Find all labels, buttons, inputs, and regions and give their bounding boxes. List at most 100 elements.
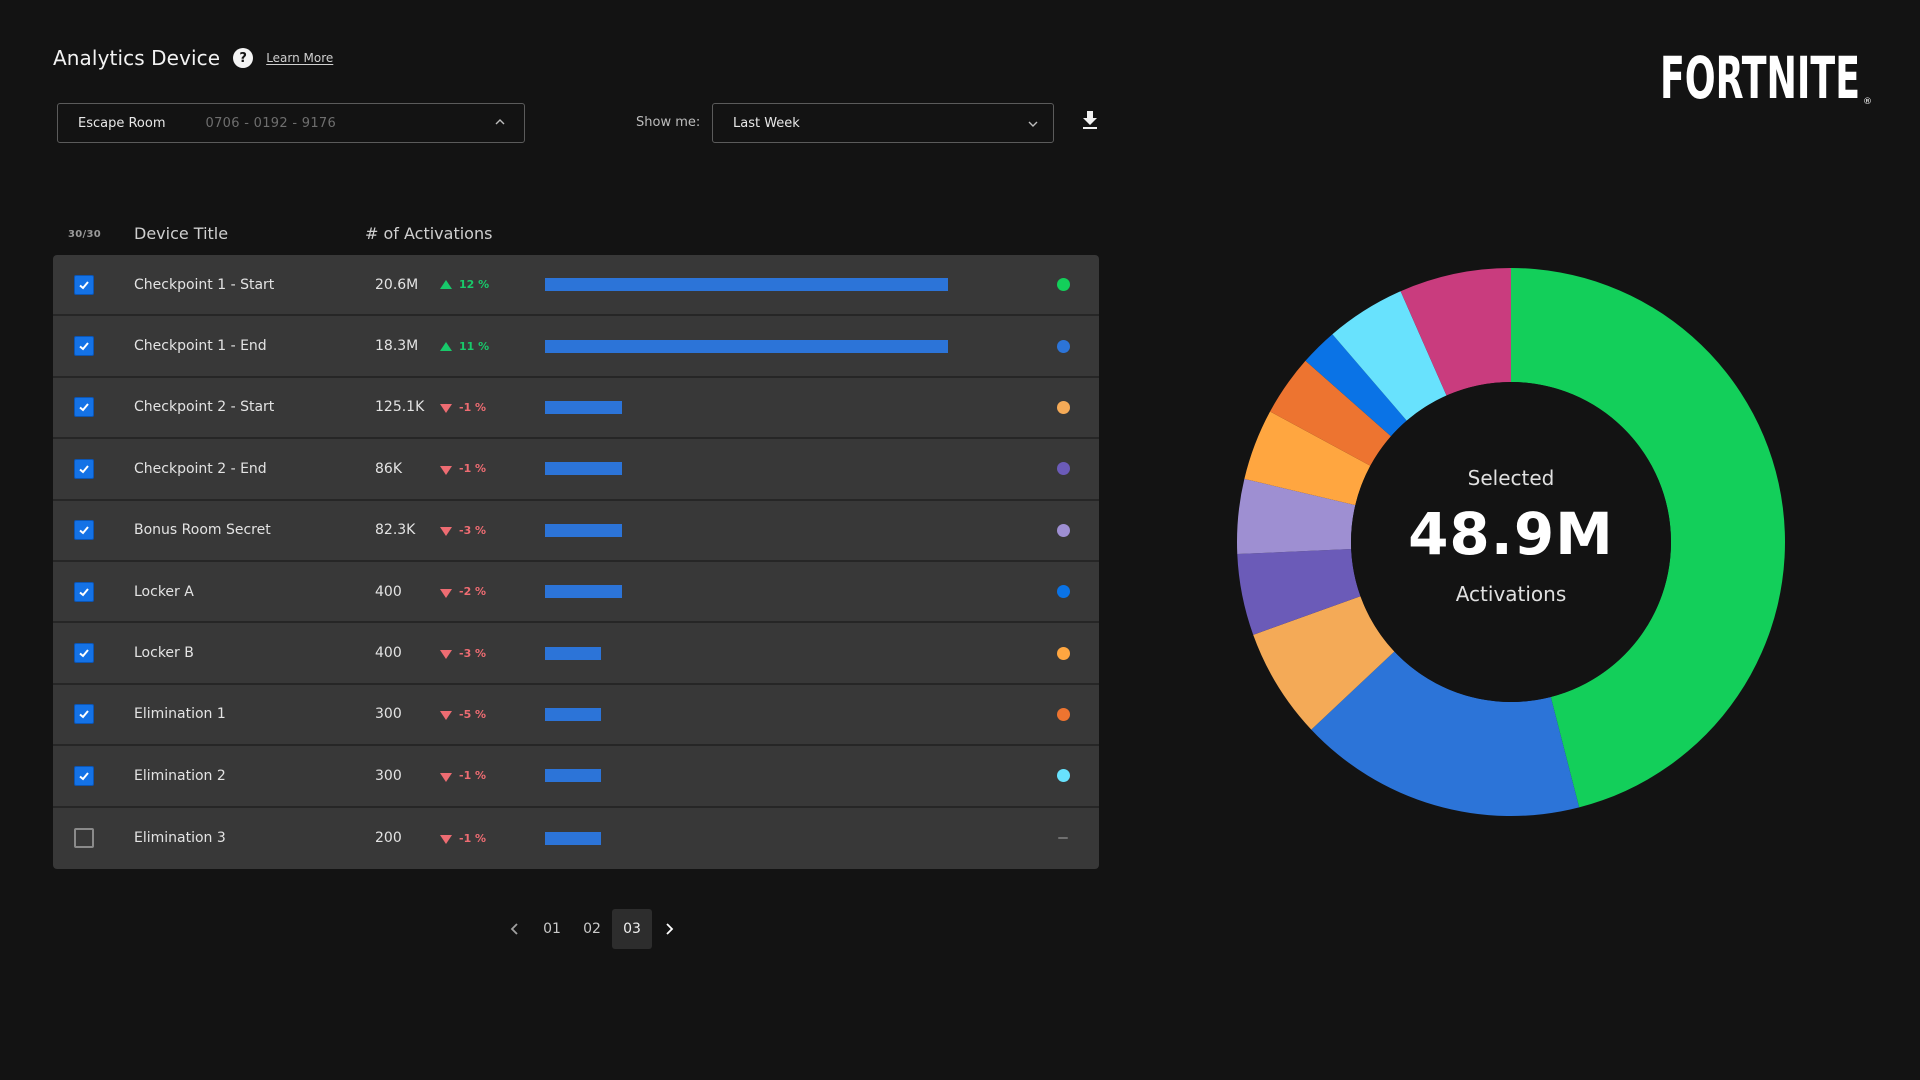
trend-down-icon xyxy=(440,772,452,782)
table-row[interactable]: Elimination 3 200 -1 % xyxy=(53,808,1099,869)
legend-color-dot xyxy=(1057,400,1070,414)
legend-color-dot xyxy=(1057,339,1070,353)
trend-delta: -1 % xyxy=(440,832,486,845)
column-header-activations: # of Activations xyxy=(365,224,493,243)
row-checkbox[interactable] xyxy=(74,458,94,479)
activation-count: 300 xyxy=(375,767,402,784)
trend-up-icon xyxy=(440,341,452,351)
device-title: Checkpoint 2 - End xyxy=(134,460,267,477)
device-title: Elimination 2 xyxy=(134,767,226,784)
trend-delta-value: -1 % xyxy=(459,831,487,845)
legend-color-dot xyxy=(1057,585,1070,599)
table-row[interactable]: Locker B 400 -3 % xyxy=(53,623,1099,685)
device-title: Bonus Room Secret xyxy=(134,522,271,539)
device-title: Locker A xyxy=(134,583,194,600)
device-title: Checkpoint 1 - End xyxy=(134,338,267,355)
table-row[interactable]: Checkpoint 2 - End 86K -1 % xyxy=(53,439,1099,501)
row-checkbox[interactable] xyxy=(74,704,94,725)
activation-count: 300 xyxy=(375,706,402,723)
donut-center-value: 48.9M xyxy=(1408,500,1614,568)
prev-page-button[interactable] xyxy=(498,909,532,949)
trend-delta-value: 11 % xyxy=(459,339,490,353)
trend-delta: -1 % xyxy=(440,462,486,475)
activation-bar-fill xyxy=(545,523,622,537)
activation-bar-fill xyxy=(545,831,602,845)
device-title: Elimination 3 xyxy=(134,830,226,847)
activation-bar-fill xyxy=(545,646,602,660)
activation-bar xyxy=(545,707,948,721)
activation-bar xyxy=(545,585,948,599)
row-checkbox[interactable] xyxy=(74,581,94,602)
row-checkbox[interactable] xyxy=(74,520,94,541)
activation-bar-fill xyxy=(545,278,948,292)
activation-bar xyxy=(545,769,948,783)
table-row[interactable]: Checkpoint 1 - End 18.3M 11 % xyxy=(53,316,1099,378)
table-row[interactable]: Locker A 400 -2 % xyxy=(53,562,1099,624)
device-title: Checkpoint 1 - Start xyxy=(134,276,275,293)
row-checkbox[interactable] xyxy=(74,397,94,418)
trend-down-icon xyxy=(440,465,452,475)
device-title: Checkpoint 2 - Start xyxy=(134,399,275,416)
activation-count: 82.3K xyxy=(375,522,416,539)
checkmark-icon xyxy=(79,588,89,597)
island-select[interactable]: Escape Room 0706 - 0192 - 9176 xyxy=(57,103,525,143)
trend-down-icon xyxy=(440,711,452,721)
legend-color-dot xyxy=(1057,646,1070,660)
fortnite-logo: FORTNITE ® xyxy=(1660,46,1872,108)
activation-count: 200 xyxy=(375,830,402,847)
activation-bar xyxy=(545,646,948,660)
row-checkbox[interactable] xyxy=(74,643,94,664)
chevron-down-icon xyxy=(1028,121,1038,127)
donut-center-subcaption: Activations xyxy=(1455,582,1567,606)
legend-none-dash xyxy=(1058,837,1068,840)
checkmark-icon xyxy=(79,710,89,719)
checkmark-icon xyxy=(79,342,89,351)
checkmark-icon xyxy=(79,526,89,535)
selected-count: 30/30 xyxy=(68,229,101,240)
page-button-02[interactable]: 02 xyxy=(572,909,612,949)
chevron-up-icon xyxy=(495,119,505,125)
trend-delta-value: -3 % xyxy=(459,523,487,537)
activation-bar-fill xyxy=(545,585,622,599)
trend-delta: 11 % xyxy=(440,340,489,353)
table-row[interactable]: Checkpoint 2 - Start 125.1K -1 % xyxy=(53,378,1099,440)
legend-color-dot xyxy=(1057,278,1070,292)
table-row[interactable]: Checkpoint 1 - Start 20.6M 12 % xyxy=(53,255,1099,317)
checkmark-icon xyxy=(79,772,89,781)
row-checkbox[interactable] xyxy=(74,828,94,849)
activation-bar-fill xyxy=(545,339,948,353)
trend-down-icon xyxy=(440,835,452,845)
legend-color-dot xyxy=(1057,707,1070,721)
question-circle-icon[interactable]: ? xyxy=(233,48,254,68)
trend-delta-value: -5 % xyxy=(459,707,487,721)
trend-delta-value: -3 % xyxy=(459,646,487,660)
activation-count: 86K xyxy=(375,460,402,477)
page-title: Analytics Device xyxy=(53,46,221,70)
page-button-03[interactable]: 03 xyxy=(612,909,652,949)
device-title: Locker B xyxy=(134,645,194,662)
trend-delta: -1 % xyxy=(440,401,486,414)
download-icon[interactable] xyxy=(1078,108,1102,132)
table-row[interactable]: Elimination 2 300 -1 % xyxy=(53,746,1099,808)
learn-more-link[interactable]: Learn More xyxy=(266,51,333,65)
chevron-left-icon xyxy=(510,923,518,935)
trend-up-icon xyxy=(440,280,452,290)
donut-center-caption: Selected xyxy=(1467,466,1555,490)
next-page-button[interactable] xyxy=(652,909,686,949)
trend-delta-value: -1 % xyxy=(459,462,487,476)
period-value: Last Week xyxy=(733,115,800,131)
table-row[interactable]: Elimination 1 300 -5 % xyxy=(53,685,1099,747)
checkmark-icon xyxy=(79,465,89,474)
row-checkbox[interactable] xyxy=(74,765,94,786)
period-select[interactable]: Last Week xyxy=(712,103,1054,143)
trend-down-icon xyxy=(440,650,452,660)
trend-delta: -3 % xyxy=(440,647,486,660)
column-header-device-title: Device Title xyxy=(134,224,229,243)
page-button-01[interactable]: 01 xyxy=(532,909,572,949)
row-checkbox[interactable] xyxy=(74,274,94,295)
activation-bar-fill xyxy=(545,400,622,414)
trend-delta-value: 12 % xyxy=(459,278,490,292)
table-row[interactable]: Bonus Room Secret 82.3K -3 % xyxy=(53,501,1099,562)
logo-text: FORTNITE xyxy=(1660,46,1860,108)
row-checkbox[interactable] xyxy=(74,336,94,357)
